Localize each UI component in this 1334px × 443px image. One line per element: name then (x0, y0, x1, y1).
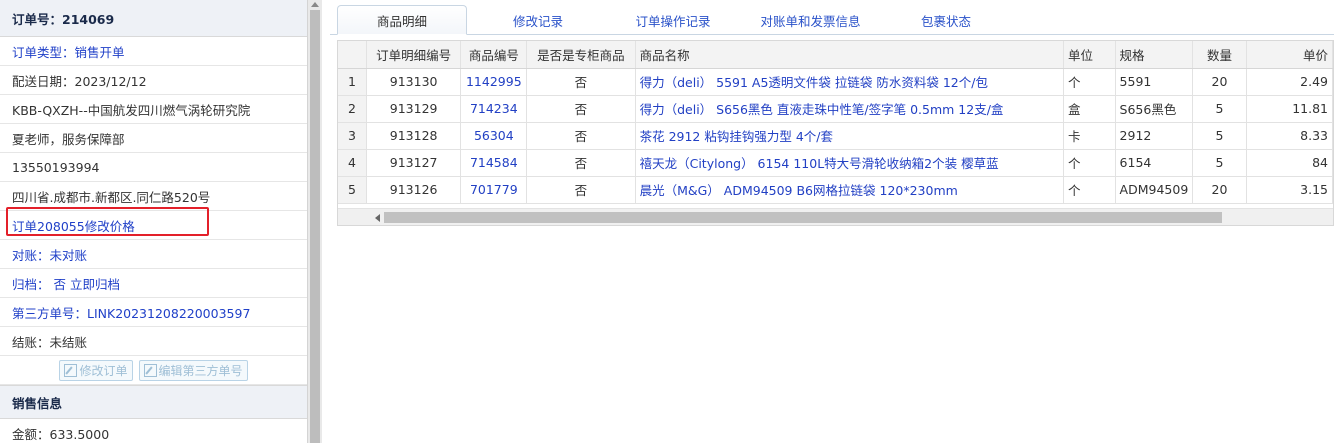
order-info-row: KBB-QXZH--中国航发四川燃气涡轮研究院 (0, 95, 307, 124)
cell-unit-price: 2.49 (1246, 68, 1333, 96)
edit-order-label: 修改订单 (79, 363, 128, 378)
cell-unit: 个 (1063, 149, 1116, 177)
order-info-panel: 订单号：214069 订单类型：销售开单 配送日期：2023/12/12 KBB-Q… (0, 0, 308, 443)
detail-tabs: 商品明细 修改记录 订单操作记录 对账单和发票信息 包裹状态 (330, 0, 1334, 35)
table-row[interactable]: 2 913129 714234 否得力（deli） S656黑色 直液走珠中性笔/签字… (338, 95, 1333, 123)
cell-unit-price: 11.81 (1246, 95, 1333, 123)
tab-modification-log[interactable]: 修改记录 (478, 5, 598, 35)
order-info-row[interactable]: 对账：未对账 (0, 240, 307, 269)
header-quantity[interactable]: 数量 (1192, 41, 1247, 69)
cell-unit: 个 (1063, 176, 1116, 204)
cell-unit-price: 84 (1246, 149, 1333, 177)
cell-counter-product: 否 (526, 149, 636, 177)
sales-info-section-title: 销售信息 (0, 385, 307, 419)
cell-product-name[interactable]: 晨光（M&G） ADM94509 B6网格拉链袋 120*230mm (635, 176, 1064, 204)
cell-quantity: 5 (1192, 149, 1247, 177)
cell-counter-product: 否 (526, 176, 636, 204)
order-info-row: 夏老师，服务保障部 (0, 124, 307, 153)
row-number: 2 (338, 95, 367, 123)
cell-product-name[interactable]: 得力（deli） 5591 A5透明文件袋 拉链袋 防水资料袋 12个/包 (635, 68, 1064, 96)
edit-icon (64, 363, 78, 377)
table-row[interactable]: 3 913128 56304 否茶花 2912 粘钩挂钩强力型 4个/套卡 2912 5 8… (338, 122, 1333, 150)
sales-amount: 金额：633.5000 (0, 419, 307, 443)
cell-product-id[interactable]: 1142995 (460, 68, 528, 96)
row-number: 3 (338, 122, 367, 150)
tab-order-operation-log[interactable]: 订单操作记录 (613, 5, 733, 35)
header-unit-price[interactable]: 单价 (1246, 41, 1333, 69)
cell-spec: S656黑色 (1115, 95, 1194, 123)
row-number: 4 (338, 149, 367, 177)
scroll-left-arrow-icon[interactable] (375, 214, 380, 222)
cell-spec: 2912 (1115, 122, 1194, 150)
scroll-up-arrow-icon[interactable] (311, 2, 319, 7)
edit-icon (143, 363, 157, 377)
table-header-row: 订单明细编号 商品编号 是否是专柜商品 商品名称 单位 规格 数量 单价 (338, 41, 1333, 69)
cell-detail-id: 913128 (366, 122, 462, 150)
edit-third-party-number-button[interactable]: 编辑第三方单号 (138, 359, 248, 381)
cell-unit: 个 (1063, 68, 1116, 96)
cell-spec: ADM94509 (1115, 176, 1194, 204)
order-detail-panel: 商品明细 修改记录 订单操作记录 对账单和发票信息 包裹状态 订单明细编号 商品… (330, 0, 1334, 443)
order-actions: 修改订单 编辑第三方单号 (0, 356, 307, 385)
header-unit[interactable]: 单位 (1063, 41, 1116, 69)
tab-product-details[interactable]: 商品明细 (337, 5, 467, 35)
order-info-list: 订单类型：销售开单 配送日期：2023/12/12 KBB-QXZH--中国航发四川… (0, 37, 307, 356)
cell-detail-id: 913129 (366, 95, 462, 123)
left-panel-scrollbar[interactable] (308, 0, 322, 443)
cell-product-name[interactable]: 得力（deli） S656黑色 直液走珠中性笔/签字笔 0.5mm 12支/盒 (635, 95, 1064, 123)
cell-detail-id: 913127 (366, 149, 462, 177)
order-info-row[interactable]: 订单类型：销售开单 (0, 37, 307, 66)
cell-quantity: 20 (1192, 68, 1247, 96)
cell-product-id[interactable]: 714234 (460, 95, 528, 123)
cell-unit-price: 3.15 (1246, 176, 1333, 204)
cell-quantity: 20 (1192, 176, 1247, 204)
order-info-row[interactable]: 归档： 否 立即归档 (0, 269, 307, 298)
cell-product-name[interactable]: 茶花 2912 粘钩挂钩强力型 4个/套 (635, 122, 1064, 150)
product-table: 订单明细编号 商品编号 是否是专柜商品 商品名称 单位 规格 数量 单价 1 91… (338, 41, 1333, 204)
cell-detail-id: 913130 (366, 68, 462, 96)
product-detail-grid: 订单明细编号 商品编号 是否是专柜商品 商品名称 单位 规格 数量 单价 1 91… (337, 40, 1334, 226)
table-row[interactable]: 1 913130 1142995 否得力（deli） 5591 A5透明文件袋 拉链袋… (338, 68, 1333, 96)
order-info-row: 结账：未结账 (0, 327, 307, 356)
order-info-row[interactable]: 订单208055修改价格 (0, 211, 307, 240)
cell-counter-product: 否 (526, 122, 636, 150)
cell-counter-product: 否 (526, 95, 636, 123)
cell-unit: 卡 (1063, 122, 1116, 150)
cell-product-name[interactable]: 禧天龙（Citylong） 6154 110L特大号滑轮收纳箱2个装 樱草蓝 (635, 149, 1064, 177)
cell-product-id[interactable]: 701779 (460, 176, 528, 204)
tab-package-status[interactable]: 包裹状态 (896, 5, 996, 35)
cell-counter-product: 否 (526, 68, 636, 96)
order-number-header: 订单号：214069 (0, 0, 307, 37)
cell-quantity: 5 (1192, 95, 1247, 123)
header-spec[interactable]: 规格 (1115, 41, 1194, 69)
header-product-id[interactable]: 商品编号 (460, 41, 528, 69)
horizontal-scrollbar[interactable] (338, 208, 1333, 225)
order-info-row: 配送日期：2023/12/12 (0, 66, 307, 95)
edit-order-button[interactable]: 修改订单 (59, 359, 133, 381)
order-info-row[interactable]: 第三方单号：LINK20231208220003597 (0, 298, 307, 327)
horizontal-scrollbar-thumb[interactable] (384, 212, 1222, 223)
cell-unit-price: 8.33 (1246, 122, 1333, 150)
edit-third-party-label: 编辑第三方单号 (158, 363, 243, 378)
cell-spec: 5591 (1115, 68, 1194, 96)
cell-product-id[interactable]: 714584 (460, 149, 528, 177)
row-number: 5 (338, 176, 367, 204)
order-info-row: 13550193994 (0, 153, 307, 182)
cell-detail-id: 913126 (366, 176, 462, 204)
table-row[interactable]: 5 913126 701779 否晨光（M&G） ADM94509 B6网格拉链袋 1… (338, 176, 1333, 204)
order-info-row: 四川省.成都市.新都区.同仁路520号 (0, 182, 307, 211)
cell-quantity: 5 (1192, 122, 1247, 150)
cell-unit: 盒 (1063, 95, 1116, 123)
cell-spec: 6154 (1115, 149, 1194, 177)
scrollbar-thumb[interactable] (310, 10, 320, 443)
header-product-name[interactable]: 商品名称 (635, 41, 1064, 69)
header-detail-id[interactable]: 订单明细编号 (366, 41, 462, 69)
row-number: 1 (338, 68, 367, 96)
cell-product-id[interactable]: 56304 (460, 122, 528, 150)
table-row[interactable]: 4 913127 714584 否禧天龙（Citylong） 6154 110L特大号… (338, 149, 1333, 177)
row-number-header (338, 41, 367, 69)
tab-statement-invoice[interactable]: 对账单和发票信息 (733, 5, 888, 35)
header-counter-product[interactable]: 是否是专柜商品 (526, 41, 636, 69)
